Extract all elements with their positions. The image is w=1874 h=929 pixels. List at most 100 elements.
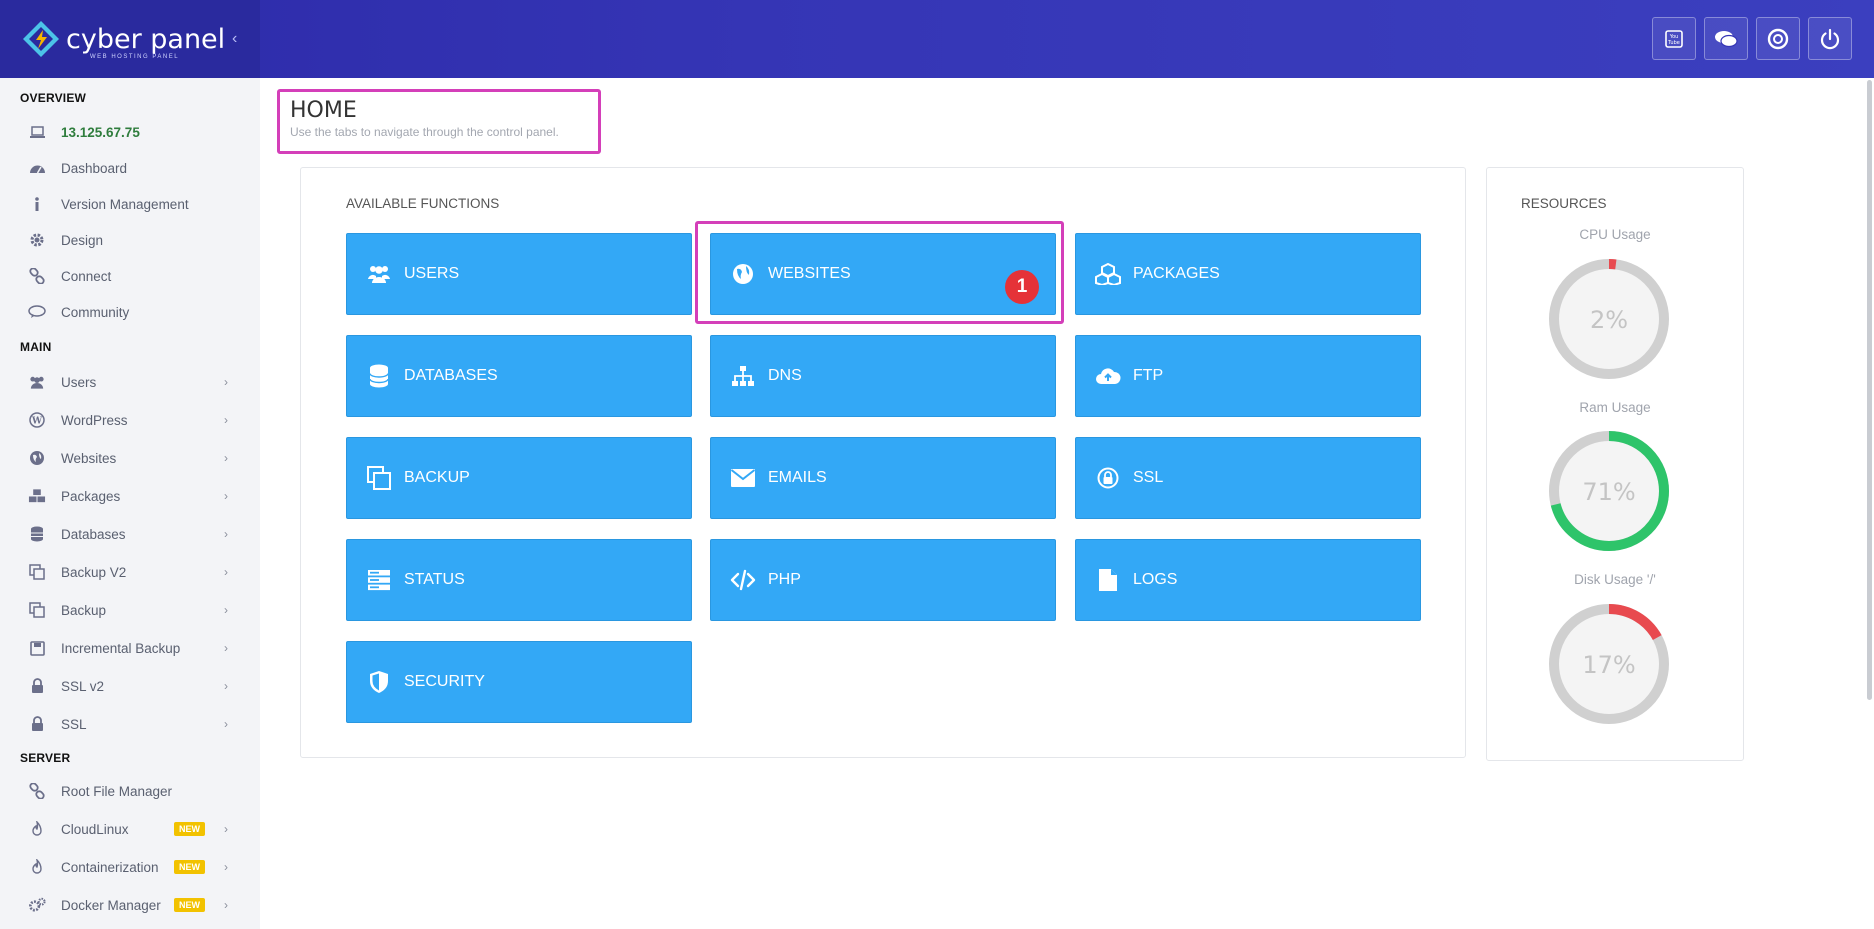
sidebar-item-community[interactable]: Community — [28, 297, 238, 327]
power-button[interactable] — [1808, 17, 1852, 60]
chevron-right-icon: › — [224, 413, 228, 427]
ram-usage-gauge: 71% — [1549, 431, 1669, 551]
globe-icon — [28, 449, 46, 467]
tile-emails[interactable]: EMAILS — [710, 437, 1056, 519]
sidebar-section-main: MAIN — [20, 340, 52, 354]
fire-icon — [28, 820, 46, 838]
shield-icon — [366, 669, 392, 695]
sidebar-item-ip[interactable]: 13.125.67.75 — [28, 117, 238, 147]
sidebar-item-users[interactable]: Users › — [28, 367, 238, 397]
tile-status[interactable]: STATUS — [346, 539, 692, 621]
sidebar-item-label: CloudLinux — [61, 821, 129, 837]
new-badge: NEW — [174, 822, 205, 836]
tile-backup[interactable]: BACKUP — [346, 437, 692, 519]
youtube-button[interactable]: You Tube — [1652, 17, 1696, 60]
logo-area: cyber panel WEB HOSTING PANEL ‹ — [0, 0, 260, 78]
cubes-icon — [28, 487, 46, 505]
sidebar-item-containerization[interactable]: Containerization NEW › — [28, 852, 238, 882]
sidebar-item-label: Containerization — [61, 859, 159, 875]
sidebar-item-label: SSL — [61, 716, 87, 732]
chat-button[interactable] — [1704, 17, 1748, 60]
tile-label: DNS — [768, 367, 802, 384]
chevron-right-icon: › — [224, 451, 228, 465]
svg-text:Tube: Tube — [1667, 40, 1680, 46]
sidebar-item-backup-v2[interactable]: Backup V2 › — [28, 557, 238, 587]
tile-packages[interactable]: PACKAGES — [1075, 233, 1421, 315]
chevron-right-icon: › — [224, 860, 228, 874]
lock-icon — [28, 677, 46, 695]
new-badge: NEW — [174, 898, 205, 912]
gauge-value: 71% — [1582, 478, 1635, 506]
tile-php[interactable]: PHP — [710, 539, 1056, 621]
sidebar-item-label: Design — [61, 232, 104, 248]
sidebar-item-label: Connect — [61, 268, 112, 284]
tile-websites[interactable]: WEBSITES — [710, 233, 1056, 315]
svg-text:W: W — [31, 417, 43, 427]
tile-label: DATABASES — [404, 367, 498, 384]
chevron-right-icon: › — [224, 565, 228, 579]
sidebar-item-label: Backup — [61, 602, 107, 618]
power-icon — [1820, 28, 1840, 49]
sidebar-item-root-file-manager[interactable]: Root File Manager — [28, 776, 238, 806]
tile-label: LOGS — [1133, 571, 1178, 588]
cubes-icon — [1095, 261, 1121, 287]
support-button[interactable] — [1756, 17, 1800, 60]
support-icon — [1767, 28, 1789, 49]
functions-title: AVAILABLE FUNCTIONS — [346, 196, 500, 211]
fire-icon — [28, 858, 46, 876]
sidebar-item-ssl-v2[interactable]: SSL v2 › — [28, 671, 238, 701]
lock-icon — [28, 715, 46, 733]
chevron-right-icon: › — [224, 679, 228, 693]
info-icon — [28, 195, 46, 213]
sidebar-item-dashboard[interactable]: Dashboard — [28, 153, 238, 183]
sidebar-item-label: WordPress — [61, 412, 128, 428]
sidebar-item-label: SSL v2 — [61, 678, 105, 694]
sidebar-item-incremental-backup[interactable]: Incremental Backup › — [28, 633, 238, 663]
sitemap-icon — [730, 363, 756, 389]
sidebar-collapse-button[interactable]: ‹ — [232, 30, 237, 48]
sidebar-item-cloudlinux[interactable]: CloudLinux NEW › — [28, 814, 238, 844]
sidebar-item-label: Community — [61, 304, 130, 320]
sidebar-item-wordpress[interactable]: W WordPress › — [28, 405, 238, 435]
tile-logs[interactable]: LOGS — [1075, 539, 1421, 621]
new-badge: NEW — [174, 860, 205, 874]
cyberpanel-logo-icon — [23, 21, 59, 57]
cogs-icon — [28, 896, 46, 914]
sidebar-item-label: Packages — [61, 488, 121, 504]
sidebar-item-backup[interactable]: Backup › — [28, 595, 238, 625]
sidebar-item-packages[interactable]: Packages › — [28, 481, 238, 511]
youtube-icon: You Tube — [1665, 29, 1683, 48]
sidebar-item-connect[interactable]: Connect — [28, 261, 238, 291]
server-icon — [366, 567, 392, 593]
chevron-right-icon: › — [224, 898, 228, 912]
page-scrollbar[interactable] — [1867, 80, 1872, 700]
sidebar-item-ssl[interactable]: SSL › — [28, 709, 238, 739]
sidebar-item-design[interactable]: Design — [28, 225, 238, 255]
lock-icon — [1095, 465, 1121, 491]
tile-databases[interactable]: DATABASES — [346, 335, 692, 417]
top-bar: cyber panel WEB HOSTING PANEL ‹ You Tube — [0, 0, 1874, 78]
sidebar-item-docker-manager[interactable]: Docker Manager NEW › — [28, 890, 238, 920]
disk-usage-label: Disk Usage '/' — [1574, 572, 1656, 587]
copy-icon — [28, 563, 46, 581]
tile-ssl[interactable]: SSL — [1075, 437, 1421, 519]
gauge-value: 17% — [1582, 651, 1635, 679]
cpu-usage-gauge: 2% — [1549, 259, 1669, 379]
tile-dns[interactable]: DNS — [710, 335, 1056, 417]
tile-users[interactable]: USERS — [346, 233, 692, 315]
sidebar-item-websites[interactable]: Websites › — [28, 443, 238, 473]
link-icon — [28, 782, 46, 800]
tile-ftp[interactable]: FTP — [1075, 335, 1421, 417]
sidebar-item-version-management[interactable]: Version Management — [28, 189, 238, 219]
tile-label: SSL — [1133, 469, 1164, 486]
logo-text: cyber panel — [66, 24, 226, 55]
tile-label: PHP — [768, 571, 801, 588]
wordpress-icon: W — [28, 411, 46, 429]
tile-label: USERS — [404, 265, 460, 282]
tile-security[interactable]: SECURITY — [346, 641, 692, 723]
sidebar-item-label: Users — [61, 374, 97, 390]
logo-subtitle: WEB HOSTING PANEL — [90, 54, 180, 60]
ram-usage-label: Ram Usage — [1579, 400, 1651, 415]
cloud-upload-icon — [1095, 363, 1121, 389]
sidebar-item-databases[interactable]: Databases › — [28, 519, 238, 549]
